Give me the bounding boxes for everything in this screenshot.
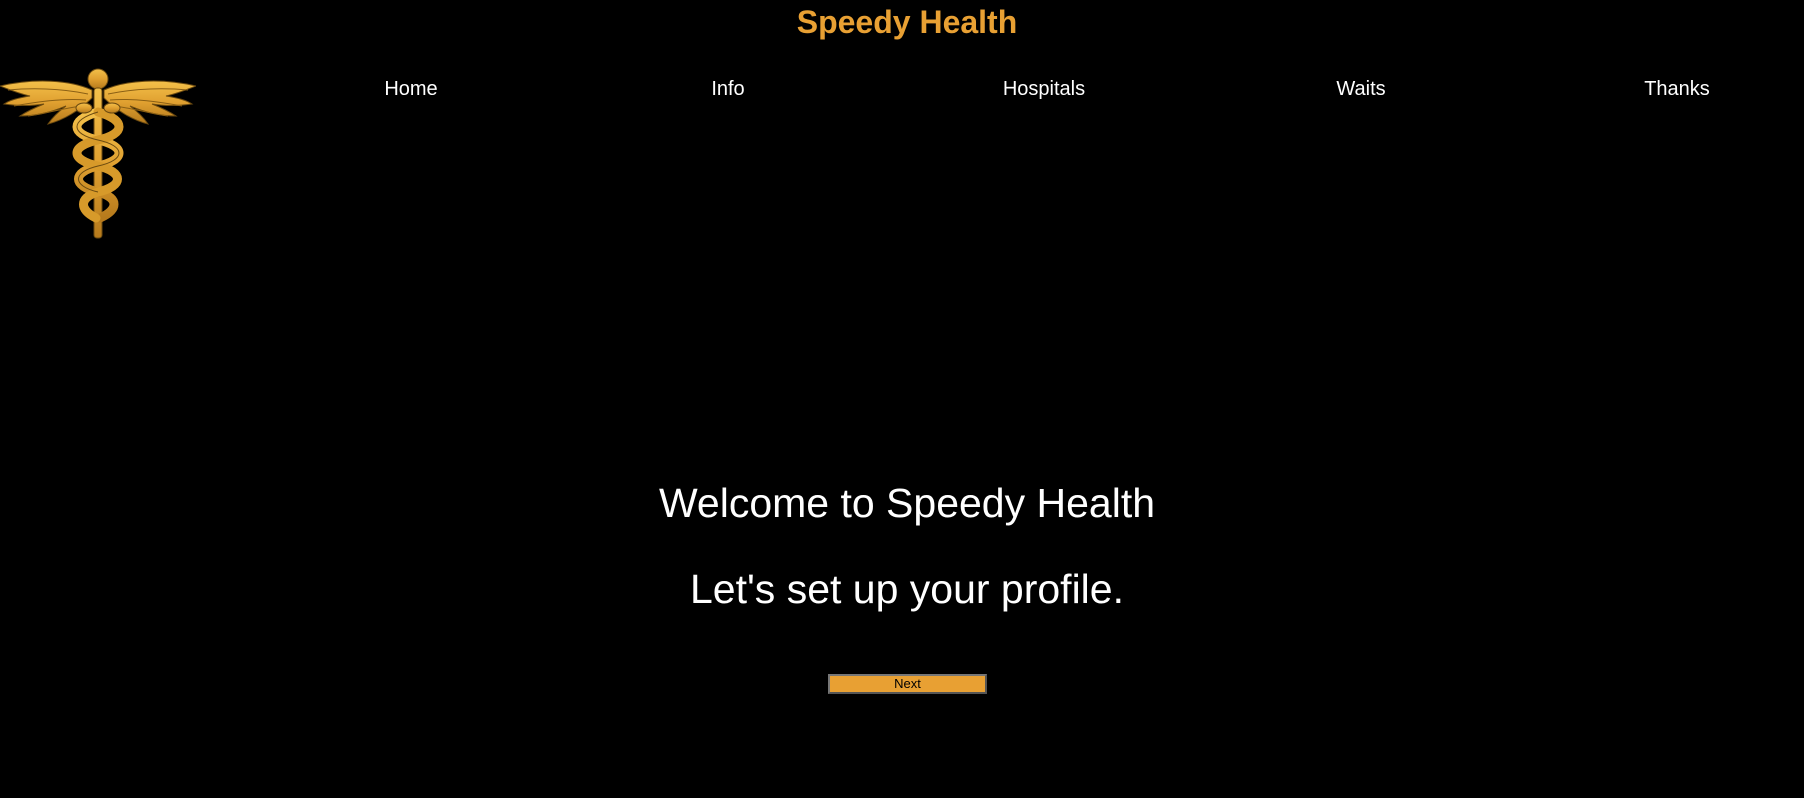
nav-item-waits[interactable]: Waits (1336, 78, 1385, 101)
welcome-heading: Welcome to Speedy Health (658, 480, 1156, 526)
nav-item-thanks[interactable]: Thanks (1644, 78, 1710, 101)
next-button[interactable]: Next (828, 674, 987, 694)
page: Speedy Health Home Info Hospitals Waits … (0, 0, 1804, 798)
main-nav: Home Info Hospitals Waits Thanks (0, 78, 1804, 102)
profile-subtitle: Let's set up your profile. (689, 566, 1124, 612)
nav-item-home[interactable]: Home (384, 78, 437, 101)
nav-item-hospitals[interactable]: Hospitals (1003, 78, 1085, 101)
nav-item-info[interactable]: Info (711, 78, 744, 101)
site-title: Speedy Health (796, 4, 1018, 40)
